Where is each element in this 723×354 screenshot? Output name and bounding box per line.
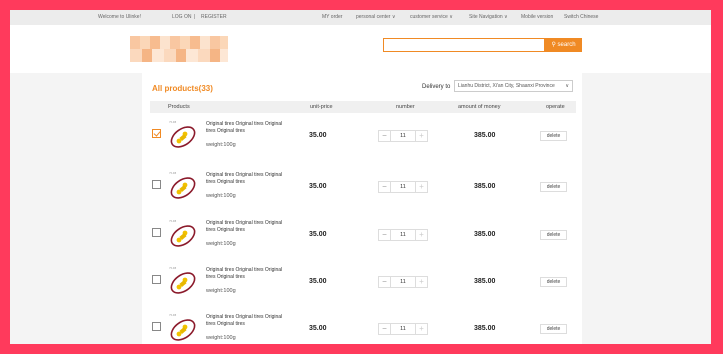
product-weight: weight:100g [206, 142, 236, 148]
col-operate: operate [546, 104, 565, 110]
unit-price: 35.00 [309, 132, 327, 139]
quantity-value[interactable]: 11 [390, 230, 416, 240]
unit-price: 35.00 [309, 231, 327, 238]
plus-icon[interactable]: + [415, 324, 427, 334]
col-unit-price: unit-price [310, 104, 333, 110]
delivery-value: Lianhu District, Xi'an City, Shaanxi Pro… [458, 83, 555, 89]
row-checkbox[interactable] [152, 129, 161, 138]
svg-text:Y5-R8: Y5-R8 [169, 172, 177, 175]
delete-button[interactable]: delete [540, 230, 567, 240]
product-name[interactable]: Original tires Original tires Original t… [206, 172, 286, 186]
quantity-stepper: − 11 + [378, 276, 428, 288]
product-weight: weight:100g [206, 288, 236, 294]
plus-icon[interactable]: + [415, 131, 427, 141]
quantity-stepper: − 11 + [378, 229, 428, 241]
personal-center-label: personal center [356, 14, 391, 20]
svg-text:Y5-R8: Y5-R8 [169, 121, 177, 124]
personal-center-menu[interactable]: personal center ∨ [356, 14, 396, 20]
delete-button[interactable]: delete [540, 324, 567, 334]
delivery-select[interactable]: Lianhu District, Xi'an City, Shaanxi Pro… [454, 80, 573, 92]
quantity-stepper: − 11 + [378, 181, 428, 193]
product-thumbnail[interactable]: Y5-R8 [168, 169, 198, 203]
product-name[interactable]: Original tires Original tires Original t… [206, 220, 286, 234]
unit-price: 35.00 [309, 325, 327, 332]
chevron-down-icon: ∨ [565, 83, 569, 89]
header: ⚲ search [10, 25, 711, 73]
site-navigation-label: Site Navigation [469, 14, 503, 20]
unit-price: 35.00 [309, 183, 327, 190]
product-thumbnail[interactable]: Y5-R8 [168, 217, 198, 251]
row-checkbox[interactable] [152, 275, 161, 284]
search-icon: ⚲ [551, 42, 556, 48]
col-amount: amount of money [458, 104, 501, 110]
row-checkbox[interactable] [152, 180, 161, 189]
customer-service-label: customer service [410, 14, 448, 20]
amount-of-money: 385.00 [474, 231, 496, 238]
register-link[interactable]: REGISTER [201, 14, 227, 20]
separator: | [194, 14, 196, 20]
top-bar: Welcome to Ulinke! LOG ON | REGISTER MY … [10, 10, 711, 25]
search-input[interactable] [383, 38, 545, 52]
quantity-stepper: − 11 + [378, 130, 428, 142]
plus-icon[interactable]: + [415, 230, 427, 240]
chevron-down-icon: ∨ [391, 14, 396, 20]
plus-icon[interactable]: + [415, 182, 427, 192]
mobile-version-link[interactable]: Mobile version [521, 14, 553, 20]
product-thumbnail[interactable]: Y5-R8 [168, 118, 198, 152]
product-name[interactable]: Original tires Original tires Original t… [206, 314, 286, 328]
row-checkbox[interactable] [152, 228, 161, 237]
chevron-down-icon: ∨ [449, 14, 453, 20]
login-link[interactable]: LOG ON [172, 14, 191, 20]
search-button-label: search [557, 42, 576, 48]
cart-panel: All products(33) Delivery to Lianhu Dist… [142, 73, 582, 344]
unit-price: 35.00 [309, 278, 327, 285]
amount-of-money: 385.00 [474, 132, 496, 139]
product-weight: weight:100g [206, 335, 236, 341]
delete-button[interactable]: delete [540, 131, 567, 141]
delivery-label: Delivery to [422, 84, 451, 90]
welcome-text: Welcome to Ulinke! [98, 14, 141, 20]
product-name[interactable]: Original tires Original tires Original t… [206, 121, 286, 135]
search-button[interactable]: ⚲ search [545, 38, 582, 52]
logo[interactable] [130, 36, 228, 62]
svg-text:Y5-R8: Y5-R8 [169, 267, 177, 270]
amount-of-money: 385.00 [474, 183, 496, 190]
customer-service-menu[interactable]: customer service ∨ [410, 14, 453, 20]
product-thumbnail[interactable]: Y5-R8 [168, 311, 198, 344]
quantity-value[interactable]: 11 [390, 131, 416, 141]
plus-icon[interactable]: + [415, 277, 427, 287]
col-products: Products [168, 104, 190, 110]
cart-title: All products(33) [152, 84, 213, 93]
table-row: Y5-R8 Original tires Original tires Orig… [150, 116, 576, 162]
chevron-down-icon: ∨ [504, 14, 508, 20]
svg-text:Y5-R8: Y5-R8 [169, 220, 177, 223]
quantity-stepper: − 11 + [378, 323, 428, 335]
quantity-value[interactable]: 11 [390, 277, 416, 287]
col-number: number [396, 104, 415, 110]
row-checkbox[interactable] [152, 322, 161, 331]
quantity-value[interactable]: 11 [390, 182, 416, 192]
main-area: All products(33) Delivery to Lianhu Dist… [10, 73, 711, 344]
amount-of-money: 385.00 [474, 278, 496, 285]
table-row: Y5-R8 Original tires Original tires Orig… [150, 215, 576, 261]
svg-text:Y5-R8: Y5-R8 [169, 314, 177, 317]
table-row: Y5-R8 Original tires Original tires Orig… [150, 167, 576, 213]
product-thumbnail[interactable]: Y5-R8 [168, 264, 198, 298]
table-row: Y5-R8 Original tires Original tires Orig… [150, 309, 576, 344]
table-header: Products unit-price number amount of mon… [150, 101, 576, 113]
product-weight: weight:100g [206, 241, 236, 247]
product-name[interactable]: Original tires Original tires Original t… [206, 267, 286, 281]
switch-chinese-link[interactable]: Switch Chinese [564, 14, 598, 20]
my-order-link[interactable]: MY order [322, 14, 342, 20]
page-frame: Welcome to Ulinke! LOG ON | REGISTER MY … [10, 10, 711, 344]
table-row: Y5-R8 Original tires Original tires Orig… [150, 262, 576, 308]
delete-button[interactable]: delete [540, 277, 567, 287]
delete-button[interactable]: delete [540, 182, 567, 192]
quantity-value[interactable]: 11 [390, 324, 416, 334]
product-weight: weight:100g [206, 193, 236, 199]
site-navigation-menu[interactable]: Site Navigation ∨ [469, 14, 508, 20]
amount-of-money: 385.00 [474, 325, 496, 332]
